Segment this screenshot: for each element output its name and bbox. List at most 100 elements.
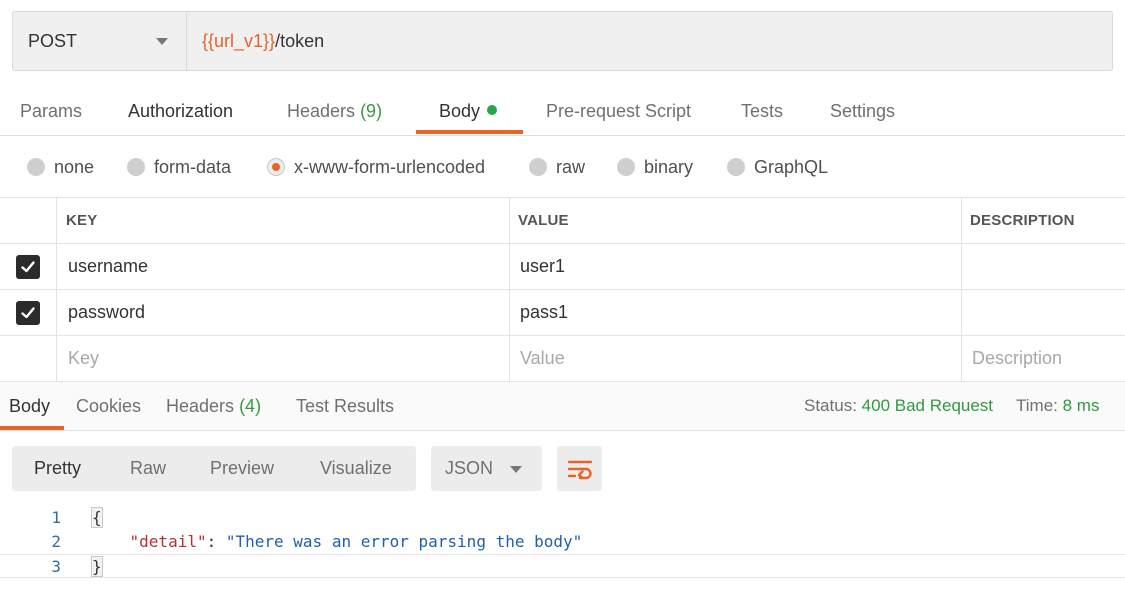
radio-raw-label: raw bbox=[556, 156, 586, 177]
response-tab-body-label: Body bbox=[9, 396, 51, 416]
tab-settings-label: Settings bbox=[830, 101, 896, 121]
response-active-tab-indicator bbox=[0, 426, 64, 430]
tab-headers-label: Headers bbox=[287, 101, 356, 121]
response-view-mode-group: Pretty Raw Preview Visualize bbox=[12, 446, 416, 491]
key-field[interactable]: username bbox=[57, 244, 510, 289]
tab-params[interactable]: Params bbox=[20, 86, 82, 136]
radio-none[interactable]: none bbox=[27, 146, 94, 188]
column-header-description: DESCRIPTION bbox=[970, 212, 1075, 229]
active-tab-indicator bbox=[416, 130, 523, 134]
response-tab-body[interactable]: Body bbox=[9, 382, 50, 430]
response-format-select[interactable]: JSON bbox=[431, 446, 542, 491]
table-header-row: KEY VALUE DESCRIPTION bbox=[0, 198, 1125, 244]
radio-binary[interactable]: binary bbox=[617, 146, 693, 188]
radio-binary-label: binary bbox=[644, 156, 694, 177]
method-label: POST bbox=[28, 30, 78, 51]
code-line: 1 { bbox=[0, 506, 1125, 530]
code-text: "detail": "There was an error parsing th… bbox=[91, 530, 583, 554]
json-key: "detail" bbox=[129, 532, 207, 551]
view-raw-button[interactable]: Raw bbox=[130, 446, 166, 491]
value-placeholder-field[interactable]: Value bbox=[510, 336, 962, 381]
row-checkbox[interactable] bbox=[16, 300, 40, 325]
key-value-table: KEY VALUE DESCRIPTION username user1 pas… bbox=[0, 197, 1125, 382]
key-placeholder-field[interactable]: Key bbox=[57, 336, 510, 381]
response-tab-cookies[interactable]: Cookies bbox=[76, 382, 141, 430]
response-tab-cookies-label: Cookies bbox=[76, 396, 142, 416]
response-time: Time: 8 ms bbox=[1016, 382, 1099, 430]
table-row: password pass1 bbox=[0, 290, 1125, 336]
chevron-down-icon bbox=[156, 38, 168, 45]
wrap-lines-button[interactable] bbox=[557, 446, 602, 491]
response-tab-headers[interactable]: Headers (4) bbox=[166, 382, 261, 430]
line-number: 1 bbox=[51, 508, 61, 527]
tab-pre-request-label: Pre-request Script bbox=[546, 101, 692, 121]
tab-body-label: Body bbox=[439, 101, 481, 121]
radio-graphql-label: GraphQL bbox=[754, 156, 829, 177]
request-url-bar: POST {{url_v1}}/token bbox=[12, 11, 1113, 71]
method-select[interactable]: POST bbox=[13, 12, 187, 70]
row-check-cell bbox=[0, 290, 57, 335]
response-tab-test-results-label: Test Results bbox=[296, 396, 395, 416]
status-label: Status: bbox=[804, 396, 857, 415]
radio-circle bbox=[27, 158, 45, 176]
view-preview-button[interactable]: Preview bbox=[210, 446, 274, 491]
radio-graphql[interactable]: GraphQL bbox=[727, 146, 828, 188]
time-value[interactable]: 8 ms bbox=[1063, 396, 1100, 415]
line-number: 2 bbox=[51, 532, 61, 551]
radio-form-data-label: form-data bbox=[154, 156, 232, 177]
table-row-new: Key Value Description bbox=[0, 336, 1125, 382]
column-header-value: VALUE bbox=[510, 198, 962, 243]
radio-raw[interactable]: raw bbox=[529, 146, 585, 188]
view-visualize-button[interactable]: Visualize bbox=[320, 446, 392, 491]
tab-settings[interactable]: Settings bbox=[830, 86, 895, 136]
checkmark-icon bbox=[21, 260, 35, 272]
value-field[interactable]: user1 bbox=[510, 244, 962, 289]
radio-form-data[interactable]: form-data bbox=[127, 146, 231, 188]
table-row: username user1 bbox=[0, 244, 1125, 290]
url-input[interactable]: {{url_v1}}/token bbox=[187, 12, 1112, 70]
description-placeholder-field[interactable]: Description bbox=[962, 336, 1125, 381]
tab-params-label: Params bbox=[20, 101, 83, 121]
response-tabs: Body Cookies Headers (4) Test Results St… bbox=[0, 382, 1125, 431]
tab-tests[interactable]: Tests bbox=[741, 86, 783, 136]
radio-circle bbox=[127, 158, 145, 176]
response-status: Status: 400 Bad Request bbox=[804, 382, 993, 430]
code-line-active: 3 } bbox=[0, 554, 1125, 578]
radio-circle bbox=[617, 158, 635, 176]
radio-x-www-form-urlencoded[interactable]: x-www-form-urlencoded bbox=[267, 146, 485, 188]
radio-urlencoded-label: x-www-form-urlencoded bbox=[294, 156, 486, 177]
status-value[interactable]: 400 Bad Request bbox=[862, 396, 993, 415]
json-colon: : bbox=[206, 532, 226, 551]
url-variable: {{url_v1}} bbox=[202, 30, 276, 51]
response-tab-test-results[interactable]: Test Results bbox=[296, 382, 394, 430]
row-checkbox[interactable] bbox=[16, 254, 40, 279]
json-string-value: "There was an error parsing the body" bbox=[225, 532, 583, 551]
url-path: /token bbox=[275, 30, 325, 51]
format-label: JSON bbox=[445, 458, 494, 478]
key-field[interactable]: password bbox=[57, 290, 510, 335]
tab-headers[interactable]: Headers (9) bbox=[287, 86, 382, 136]
open-brace: { bbox=[91, 507, 103, 528]
radio-none-label: none bbox=[54, 156, 95, 177]
close-brace: } bbox=[91, 556, 103, 577]
tab-body[interactable]: Body bbox=[439, 86, 498, 136]
value-field[interactable]: pass1 bbox=[510, 290, 962, 335]
body-type-selector: none form-data x-www-form-urlencoded raw… bbox=[0, 146, 1125, 188]
view-pretty-button[interactable]: Pretty bbox=[34, 446, 81, 491]
chevron-down-icon bbox=[510, 466, 522, 473]
tab-authorization-label: Authorization bbox=[128, 101, 234, 121]
tab-authorization[interactable]: Authorization bbox=[128, 86, 233, 136]
response-body-editor[interactable]: 1 { 2 "detail": "There was an error pars… bbox=[0, 506, 1125, 590]
tab-pre-request-script[interactable]: Pre-request Script bbox=[546, 86, 691, 136]
time-label: Time: bbox=[1016, 396, 1058, 415]
response-headers-count-badge: (4) bbox=[239, 396, 262, 416]
description-field[interactable] bbox=[962, 244, 1125, 289]
code-text: { bbox=[91, 506, 103, 530]
wrap-lines-icon bbox=[567, 460, 592, 479]
row-check-cell bbox=[0, 244, 57, 289]
header-check-cell bbox=[0, 198, 57, 243]
request-tabs: Params Authorization Headers (9) Body Pr… bbox=[0, 86, 1125, 136]
radio-circle bbox=[727, 158, 745, 176]
checkmark-icon bbox=[21, 306, 35, 318]
description-field[interactable] bbox=[962, 290, 1125, 335]
